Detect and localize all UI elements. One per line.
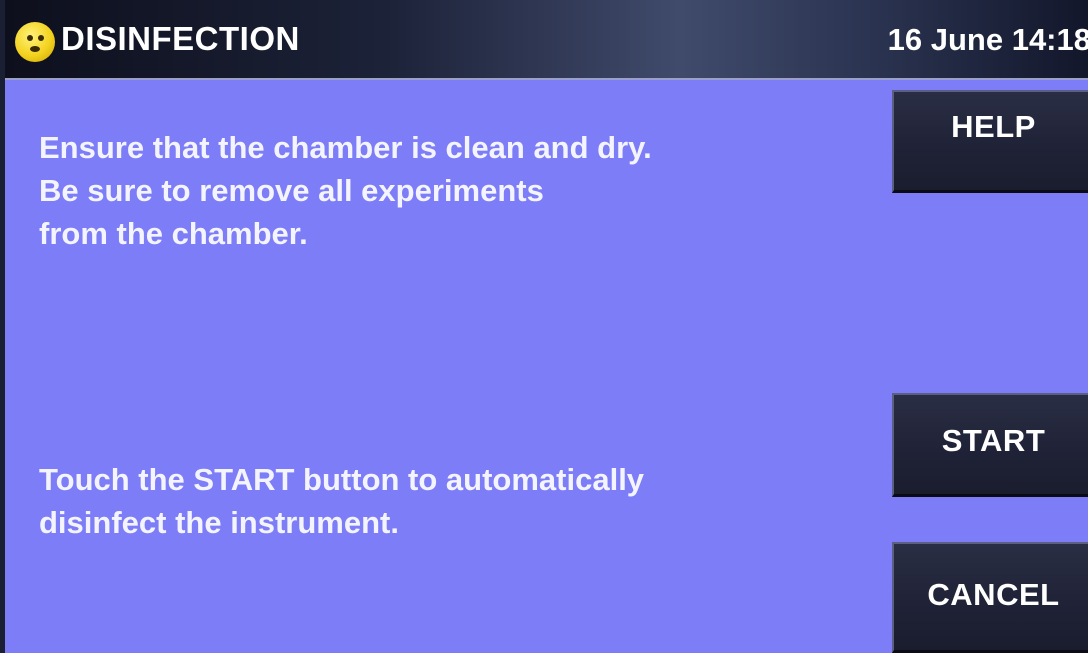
- smiley-mouth: [30, 46, 40, 52]
- page-title: DISINFECTION: [61, 20, 300, 57]
- start-instructions: Touch the START button to automatically …: [39, 458, 644, 544]
- smiley-right-eye: [38, 35, 44, 41]
- start-button-label: START: [941, 422, 1046, 458]
- cancel-button[interactable]: CANCEL: [892, 542, 1088, 653]
- instruction-line: Touch the START button to automatically: [39, 462, 645, 497]
- instruction-line: Ensure that the chamber is clean and dry…: [39, 130, 652, 165]
- smiley-face-icon: [15, 22, 55, 62]
- help-button[interactable]: HELP: [892, 90, 1088, 193]
- help-button-label: HELP: [951, 109, 1036, 144]
- instruction-line: from the chamber.: [39, 216, 308, 251]
- start-button[interactable]: START: [892, 393, 1088, 497]
- title-bar: DISINFECTION 16 June 14:18: [5, 0, 1088, 80]
- smiley-left-eye: [27, 35, 33, 41]
- instruction-line: disinfect the instrument.: [39, 505, 399, 540]
- disinfection-screen: DISINFECTION 16 June 14:18 Ensure that t…: [0, 0, 1088, 653]
- date-time: 16 June 14:18: [887, 22, 1088, 57]
- preparation-instructions: Ensure that the chamber is clean and dry…: [39, 126, 652, 255]
- cancel-button-label: CANCEL: [927, 577, 1060, 612]
- instruction-line: Be sure to remove all experiments: [39, 173, 544, 208]
